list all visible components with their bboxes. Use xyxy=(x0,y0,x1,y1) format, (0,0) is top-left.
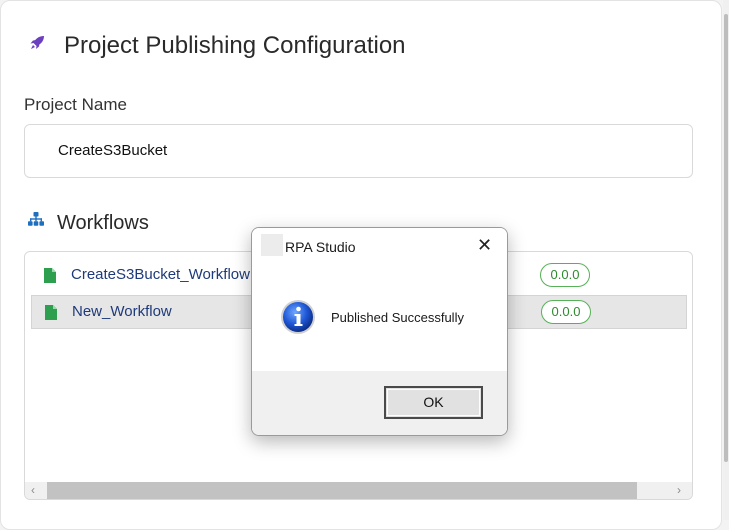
workflows-heading: Workflows xyxy=(57,212,149,234)
page-scrollbar-thumb[interactable] xyxy=(724,14,728,462)
dialog-message: Published Successfully xyxy=(331,310,464,325)
scroll-right-icon[interactable]: › xyxy=(677,482,681,499)
dialog-content: Published Successfully xyxy=(252,265,507,371)
info-icon xyxy=(281,300,315,334)
project-name-label: Project Name xyxy=(24,95,127,114)
horizontal-scrollbar[interactable]: ‹ › xyxy=(25,482,692,499)
page-title: Project Publishing Configuration xyxy=(64,32,406,59)
dialog-title: RPA Studio xyxy=(285,239,356,255)
file-icon xyxy=(45,305,57,320)
scroll-left-icon[interactable]: ‹ xyxy=(31,482,35,499)
project-name-input[interactable]: CreateS3Bucket xyxy=(24,124,693,178)
app-icon xyxy=(261,234,283,256)
workflow-name[interactable]: New_Workflow xyxy=(72,303,172,320)
rocket-icon xyxy=(30,36,44,49)
version-badge: 0.0.0 xyxy=(540,263,590,287)
message-dialog: RPA Studio ✕ Published Successfully OK xyxy=(251,227,508,436)
workflow-name[interactable]: CreateS3Bucket_Workflow xyxy=(71,266,250,283)
ok-button[interactable]: OK xyxy=(384,386,483,419)
hierarchy-icon xyxy=(28,212,44,226)
version-badge: 0.0.0 xyxy=(541,300,591,324)
dialog-titlebar[interactable]: RPA Studio ✕ xyxy=(252,228,507,265)
horizontal-scrollbar-thumb[interactable] xyxy=(47,482,637,499)
file-icon xyxy=(44,268,56,283)
close-icon[interactable]: ✕ xyxy=(477,236,492,254)
dialog-footer: OK xyxy=(252,371,507,435)
